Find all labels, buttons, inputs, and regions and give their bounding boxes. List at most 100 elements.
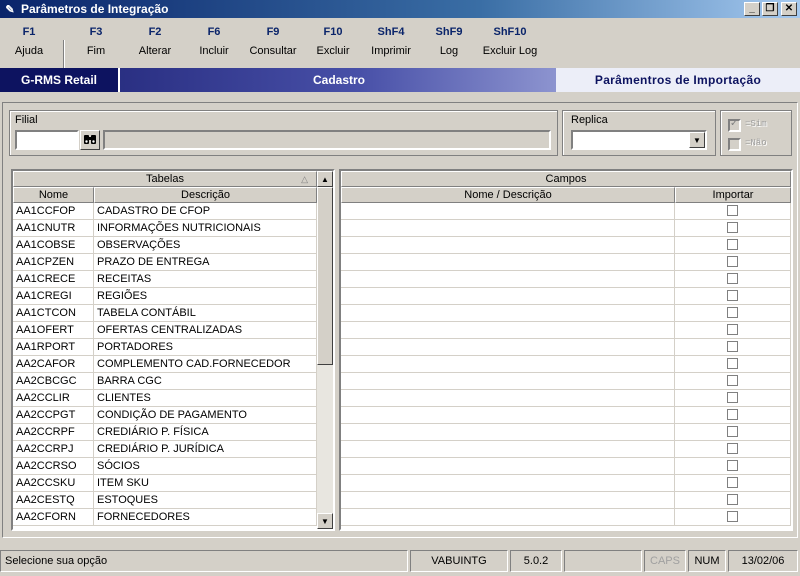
table-row[interactable] — [341, 237, 791, 254]
minimize-button[interactable]: _ — [744, 2, 760, 16]
table-row[interactable]: AA1CRECE RECEITAS — [13, 271, 317, 288]
table-row[interactable]: AA2CCRPJ CREDIÁRIO P. JURÍDICA — [13, 441, 317, 458]
table-row[interactable]: AA1RPORT PORTADORES — [13, 339, 317, 356]
filial-input[interactable] — [15, 130, 79, 150]
table-row[interactable] — [341, 458, 791, 475]
table-row[interactable] — [341, 271, 791, 288]
table-row[interactable] — [341, 509, 791, 526]
table-row[interactable] — [341, 220, 791, 237]
print-button[interactable]: ShF4 Imprimir — [363, 26, 419, 57]
edit-button[interactable]: F2 Alterar — [127, 26, 183, 57]
importar-checkbox[interactable] — [727, 239, 738, 250]
importar-checkbox[interactable] — [727, 392, 738, 403]
row-descricao: CADASTRO DE CFOP — [94, 203, 317, 220]
table-row[interactable] — [341, 356, 791, 373]
table-row[interactable]: AA2CAFOR COMPLEMENTO CAD.FORNECEDOR — [13, 356, 317, 373]
table-row[interactable]: AA2CCSKU ITEM SKU — [13, 475, 317, 492]
importar-checkbox[interactable] — [727, 222, 738, 233]
descricao-column-header[interactable]: Descrição — [94, 187, 317, 203]
replica-select[interactable]: ▼ — [571, 130, 707, 150]
table-row[interactable]: AA1CREGI REGIÕES — [13, 288, 317, 305]
importar-checkbox[interactable] — [727, 324, 738, 335]
close-button[interactable]: ✕ — [781, 2, 797, 16]
table-row[interactable]: AA2CBCGC BARRA CGC — [13, 373, 317, 390]
importar-column-header[interactable]: Importar — [675, 187, 791, 203]
filial-search-button[interactable] — [80, 130, 100, 150]
table-row[interactable] — [341, 203, 791, 220]
status-bar: Selecione sua opção VABUINTG 5.0.2 CAPS … — [0, 548, 800, 574]
query-label: Consultar — [249, 45, 297, 57]
f10-key: F10 — [323, 26, 343, 38]
checked-legend-checkbox: ✓ — [728, 118, 741, 132]
table-row[interactable] — [341, 424, 791, 441]
help-button[interactable]: F1 Ajuda — [1, 26, 57, 57]
table-row[interactable] — [341, 254, 791, 271]
scroll-thumb[interactable] — [317, 187, 333, 365]
importar-checkbox[interactable] — [727, 426, 738, 437]
module-banner: G-RMS Retail Cadastro Parâmentros de Imp… — [0, 68, 800, 92]
table-row[interactable]: AA2CESTQ ESTOQUES — [13, 492, 317, 509]
importar-checkbox[interactable] — [727, 256, 738, 267]
row-nome: AA2CBCGC — [13, 373, 94, 390]
importar-checkbox[interactable] — [727, 290, 738, 301]
table-row[interactable]: AA1CPZEN PRAZO DE ENTREGA — [13, 254, 317, 271]
query-button[interactable]: F9 Consultar — [245, 26, 301, 57]
importar-checkbox[interactable] — [727, 358, 738, 369]
title-bar[interactable]: ✎ Parâmetros de Integração _ ❐ ✕ — [0, 0, 800, 18]
table-row[interactable]: AA2CCRPF CREDIÁRIO P. FÍSICA — [13, 424, 317, 441]
row-descricao: ITEM SKU — [94, 475, 317, 492]
delete-button[interactable]: F10 Excluir — [305, 26, 361, 57]
importar-checkbox[interactable] — [727, 307, 738, 318]
importar-checkbox[interactable] — [727, 460, 738, 471]
replica-dropdown-button[interactable]: ▼ — [689, 132, 705, 148]
row-importar — [675, 441, 791, 458]
nome-descricao-column-header[interactable]: Nome / Descrição — [341, 187, 675, 203]
scroll-up-button[interactable]: ▲ — [317, 171, 333, 187]
table-row[interactable]: AA1COBSE OBSERVAÇÕES — [13, 237, 317, 254]
restore-button[interactable]: ❐ — [762, 2, 778, 16]
table-row[interactable] — [341, 339, 791, 356]
table-row[interactable] — [341, 492, 791, 509]
importar-checkbox[interactable] — [727, 341, 738, 352]
table-row[interactable]: AA2CCLIR CLIENTES — [13, 390, 317, 407]
table-row[interactable] — [341, 441, 791, 458]
importar-checkbox[interactable] — [727, 375, 738, 386]
table-row[interactable] — [341, 322, 791, 339]
table-row[interactable] — [341, 475, 791, 492]
function-key-toolbar: F1 Ajuda F3 Fim F2 Alterar F6 Incluir F9… — [0, 18, 800, 80]
row-nome-descricao — [341, 441, 675, 458]
importar-checkbox[interactable] — [727, 494, 738, 505]
table-row[interactable]: AA1CTCON TABELA CONTÁBIL — [13, 305, 317, 322]
table-row[interactable] — [341, 373, 791, 390]
importar-checkbox[interactable] — [727, 443, 738, 454]
table-row[interactable]: AA2CCRSO SÓCIOS — [13, 458, 317, 475]
importar-checkbox[interactable] — [727, 205, 738, 216]
insert-button[interactable]: F6 Incluir — [186, 26, 242, 57]
row-nome: AA1CRECE — [13, 271, 94, 288]
nao-legend-label: =Não — [745, 138, 767, 148]
table-row[interactable] — [341, 390, 791, 407]
nome-column-header[interactable]: Nome — [13, 187, 94, 203]
row-nome: AA1OFERT — [13, 322, 94, 339]
delete-log-button[interactable]: ShF10 Excluir Log — [479, 26, 541, 57]
importar-checkbox[interactable] — [727, 477, 738, 488]
table-row[interactable] — [341, 305, 791, 322]
row-descricao: ESTOQUES — [94, 492, 317, 509]
table-row[interactable]: AA1CCFOP CADASTRO DE CFOP — [13, 203, 317, 220]
table-row[interactable]: AA2CFORN FORNECEDORES — [13, 509, 317, 526]
log-button[interactable]: ShF9 Log — [421, 26, 477, 57]
row-nome-descricao — [341, 356, 675, 373]
exit-button[interactable]: F3 Fim — [68, 26, 124, 57]
table-row[interactable] — [341, 288, 791, 305]
importar-checkbox[interactable] — [727, 273, 738, 284]
importar-checkbox[interactable] — [727, 409, 738, 420]
table-row[interactable] — [341, 407, 791, 424]
scroll-down-button[interactable]: ▼ — [317, 513, 333, 529]
f2-key: F2 — [148, 26, 162, 38]
table-row[interactable]: AA1CNUTR INFORMAÇÕES NUTRICIONAIS — [13, 220, 317, 237]
table-row[interactable]: AA1OFERT OFERTAS CENTRALIZADAS — [13, 322, 317, 339]
row-nome: AA2CCPGT — [13, 407, 94, 424]
importar-checkbox[interactable] — [727, 511, 738, 522]
main-panel: Filial Replica ▼ ✓ =Sim =Não Tabelas △ N… — [2, 102, 798, 538]
table-row[interactable]: AA2CCPGT CONDIÇÃO DE PAGAMENTO — [13, 407, 317, 424]
